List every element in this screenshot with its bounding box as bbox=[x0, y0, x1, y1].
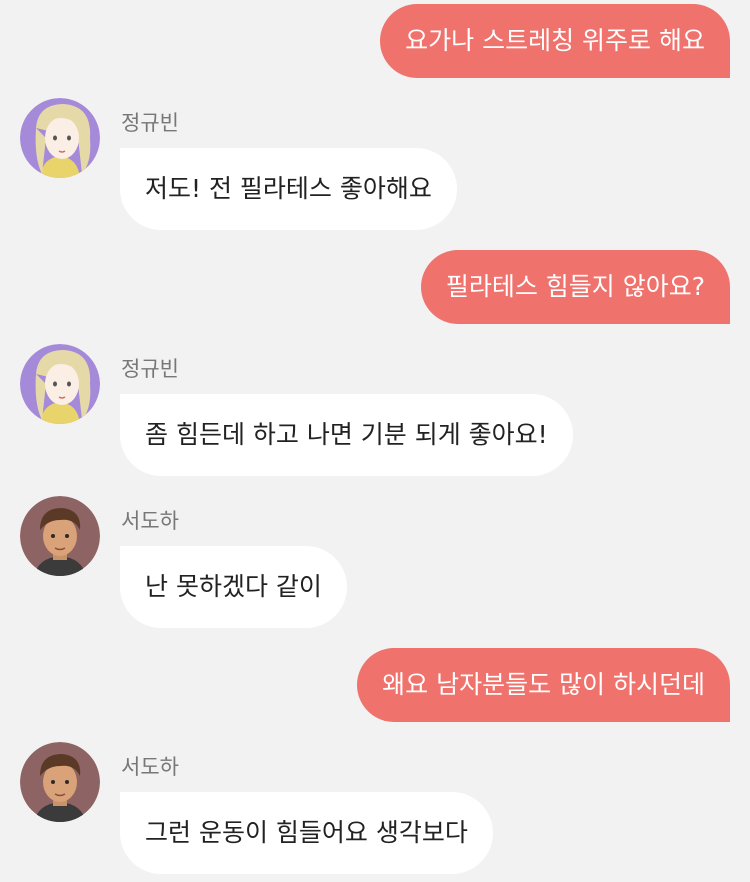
sender-name: 정규빈 bbox=[121, 357, 179, 381]
outgoing-message[interactable]: 요가나 스트레칭 위주로 해요 bbox=[380, 4, 730, 78]
female-avatar-icon[interactable] bbox=[20, 98, 100, 178]
male-avatar-icon[interactable] bbox=[20, 742, 100, 822]
incoming-message[interactable]: 난 못하겠다 같이 bbox=[120, 546, 347, 628]
outgoing-message[interactable]: 왜요 남자분들도 많이 하시던데 bbox=[357, 648, 730, 722]
incoming-message[interactable]: 좀 힘든데 하고 나면 기분 되게 좋아요! bbox=[120, 394, 573, 476]
female-avatar-icon[interactable] bbox=[20, 344, 100, 424]
male-avatar-icon[interactable] bbox=[20, 496, 100, 576]
incoming-message[interactable]: 저도! 전 필라테스 좋아해요 bbox=[120, 148, 457, 230]
sender-name: 서도하 bbox=[121, 509, 179, 533]
outgoing-message[interactable]: 필라테스 힘들지 않아요? bbox=[420, 250, 730, 324]
sender-name: 정규빈 bbox=[121, 111, 179, 135]
sender-name: 서도하 bbox=[121, 755, 179, 779]
incoming-message[interactable]: 그런 운동이 힘들어요 생각보다 bbox=[120, 792, 493, 874]
